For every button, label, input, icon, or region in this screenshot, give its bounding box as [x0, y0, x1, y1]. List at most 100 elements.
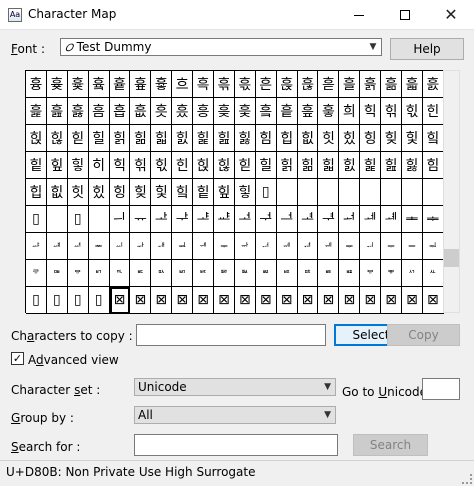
- character-cell[interactable]: 힖: [214, 125, 235, 152]
- character-cell[interactable]: 힏: [67, 125, 89, 152]
- character-cell[interactable]: 힘: [422, 152, 444, 179]
- characters-to-copy-input[interactable]: [136, 324, 326, 346]
- character-cell[interactable]: ᄜ: [46, 260, 68, 287]
- character-cell[interactable]: 흌: [88, 71, 110, 98]
- character-cell[interactable]: 흘: [339, 71, 361, 98]
- character-cell[interactable]: ᄢ: [172, 260, 194, 287]
- character-cell[interactable]: 힌: [172, 152, 194, 179]
- character-cell[interactable]: 힣: [67, 152, 89, 179]
- character-cell[interactable]: ⊠: [109, 287, 131, 314]
- character-cell[interactable]: 힢: [214, 179, 235, 206]
- character-cell[interactable]: 흖: [297, 71, 319, 98]
- character-cell[interactable]: 힖: [381, 152, 403, 179]
- character-cell[interactable]: 힏: [234, 152, 256, 179]
- character-cell[interactable]: 흩: [276, 98, 298, 125]
- character-cell[interactable]: 힐: [255, 152, 277, 179]
- group-by-dropdown[interactable]: All ▼: [134, 406, 336, 424]
- character-cell[interactable]: 힝: [109, 179, 131, 206]
- character-cell[interactable]: 흏: [151, 71, 173, 98]
- character-cell[interactable]: ᄮ: [422, 260, 444, 287]
- character-cell[interactable]: 힜: [339, 125, 361, 152]
- character-cell[interactable]: 흊: [46, 71, 68, 98]
- character-cell[interactable]: 흎: [130, 71, 152, 98]
- go-to-unicode-input[interactable]: [422, 378, 460, 400]
- character-cell[interactable]: ᆖ: [402, 233, 423, 260]
- character-cell[interactable]: ᆂ: [402, 206, 423, 233]
- character-cell[interactable]: 흦: [214, 98, 235, 125]
- character-cell[interactable]: ᆎ: [234, 233, 256, 260]
- resize-grip-icon[interactable]: [462, 474, 472, 484]
- copy-button[interactable]: Copy: [387, 324, 460, 346]
- character-cell[interactable]: ᄦ: [255, 260, 277, 287]
- character-cell[interactable]: 힒: [297, 152, 319, 179]
- character-cell[interactable]: 흞: [46, 98, 68, 125]
- character-cell[interactable]: ᆁ: [381, 206, 403, 233]
- character-cell[interactable]: ᅸ: [193, 206, 215, 233]
- font-dropdown[interactable]: 𝑂 Test Dummy ▼: [60, 38, 382, 56]
- character-cell[interactable]: 힋: [151, 152, 173, 179]
- character-cell[interactable]: ᆆ: [67, 233, 89, 260]
- character-cell[interactable]: 흢: [130, 98, 152, 125]
- character-cell[interactable]: ᆃ: [422, 206, 444, 233]
- character-cell[interactable]: 흫: [318, 98, 340, 125]
- character-cell[interactable]: 힡: [193, 179, 215, 206]
- character-cell[interactable]: 힕: [360, 152, 382, 179]
- character-cell[interactable]: ▯: [26, 206, 47, 233]
- character-cell[interactable]: 힠: [172, 179, 194, 206]
- character-cell[interactable]: 흓: [234, 71, 256, 98]
- character-cell[interactable]: ᆓ: [339, 233, 361, 260]
- character-cell[interactable]: ᆔ: [360, 233, 382, 260]
- character-cell[interactable]: ⊠: [276, 287, 298, 314]
- character-cell[interactable]: 흕: [276, 71, 298, 98]
- scroll-thumb[interactable]: [444, 249, 459, 267]
- character-cell[interactable]: 힋: [402, 98, 423, 125]
- character-cell[interactable]: ⊠: [234, 287, 256, 314]
- character-cell[interactable]: 힜: [88, 179, 110, 206]
- character-cell[interactable]: [297, 179, 319, 206]
- character-cell[interactable]: 흤: [172, 98, 194, 125]
- character-cell[interactable]: 힟: [402, 125, 423, 152]
- character-cell[interactable]: ⊠: [422, 287, 444, 314]
- character-cell[interactable]: ᆐ: [276, 233, 298, 260]
- character-cell[interactable]: ᆏ: [255, 233, 277, 260]
- character-cell[interactable]: [360, 179, 382, 206]
- character-cell[interactable]: 힙: [276, 125, 298, 152]
- character-cell[interactable]: ᅽ: [297, 206, 319, 233]
- character-cell[interactable]: 흗: [318, 71, 340, 98]
- character-cell[interactable]: ᆇ: [88, 233, 110, 260]
- character-cell[interactable]: ᅻ: [255, 206, 277, 233]
- character-cell[interactable]: ᄧ: [276, 260, 298, 287]
- character-cell[interactable]: ᆋ: [172, 233, 194, 260]
- maximize-button[interactable]: [382, 0, 428, 30]
- character-cell[interactable]: 흙: [360, 71, 382, 98]
- advanced-view-checkbox[interactable]: ✓: [11, 352, 24, 365]
- character-cell[interactable]: 힎: [46, 125, 68, 152]
- character-set-dropdown[interactable]: Unicode ▼: [134, 378, 336, 396]
- character-cell[interactable]: ᄬ: [381, 260, 403, 287]
- character-cell[interactable]: 힣: [234, 179, 256, 206]
- character-cell[interactable]: [402, 179, 423, 206]
- character-cell[interactable]: 힍: [193, 152, 215, 179]
- character-cell[interactable]: 힠: [422, 125, 444, 152]
- character-cell[interactable]: ᄨ: [297, 260, 319, 287]
- character-cell[interactable]: ▯: [255, 179, 277, 206]
- character-cell[interactable]: 힌: [422, 98, 444, 125]
- character-cell[interactable]: ⊠: [402, 287, 423, 314]
- character-cell[interactable]: ▯: [46, 287, 68, 314]
- character-cell[interactable]: 흚: [381, 71, 403, 98]
- character-cell[interactable]: 힢: [46, 152, 68, 179]
- character-cell[interactable]: [46, 206, 68, 233]
- character-cell[interactable]: ᄪ: [339, 260, 361, 287]
- character-cell[interactable]: 흟: [67, 98, 89, 125]
- character-cell[interactable]: 힓: [318, 152, 340, 179]
- character-cell[interactable]: ᅷ: [172, 206, 194, 233]
- character-cell[interactable]: ᄟ: [109, 260, 131, 287]
- character-cell[interactable]: 힗: [402, 152, 423, 179]
- grid-scrollbar[interactable]: [443, 70, 460, 313]
- character-cell[interactable]: ᄫ: [360, 260, 382, 287]
- character-cell[interactable]: ⊠: [151, 287, 173, 314]
- character-cell[interactable]: 흠: [88, 98, 110, 125]
- character-cell[interactable]: 힞: [130, 179, 152, 206]
- character-cell[interactable]: ᅲ: [130, 206, 152, 233]
- character-cell[interactable]: 흥: [193, 98, 215, 125]
